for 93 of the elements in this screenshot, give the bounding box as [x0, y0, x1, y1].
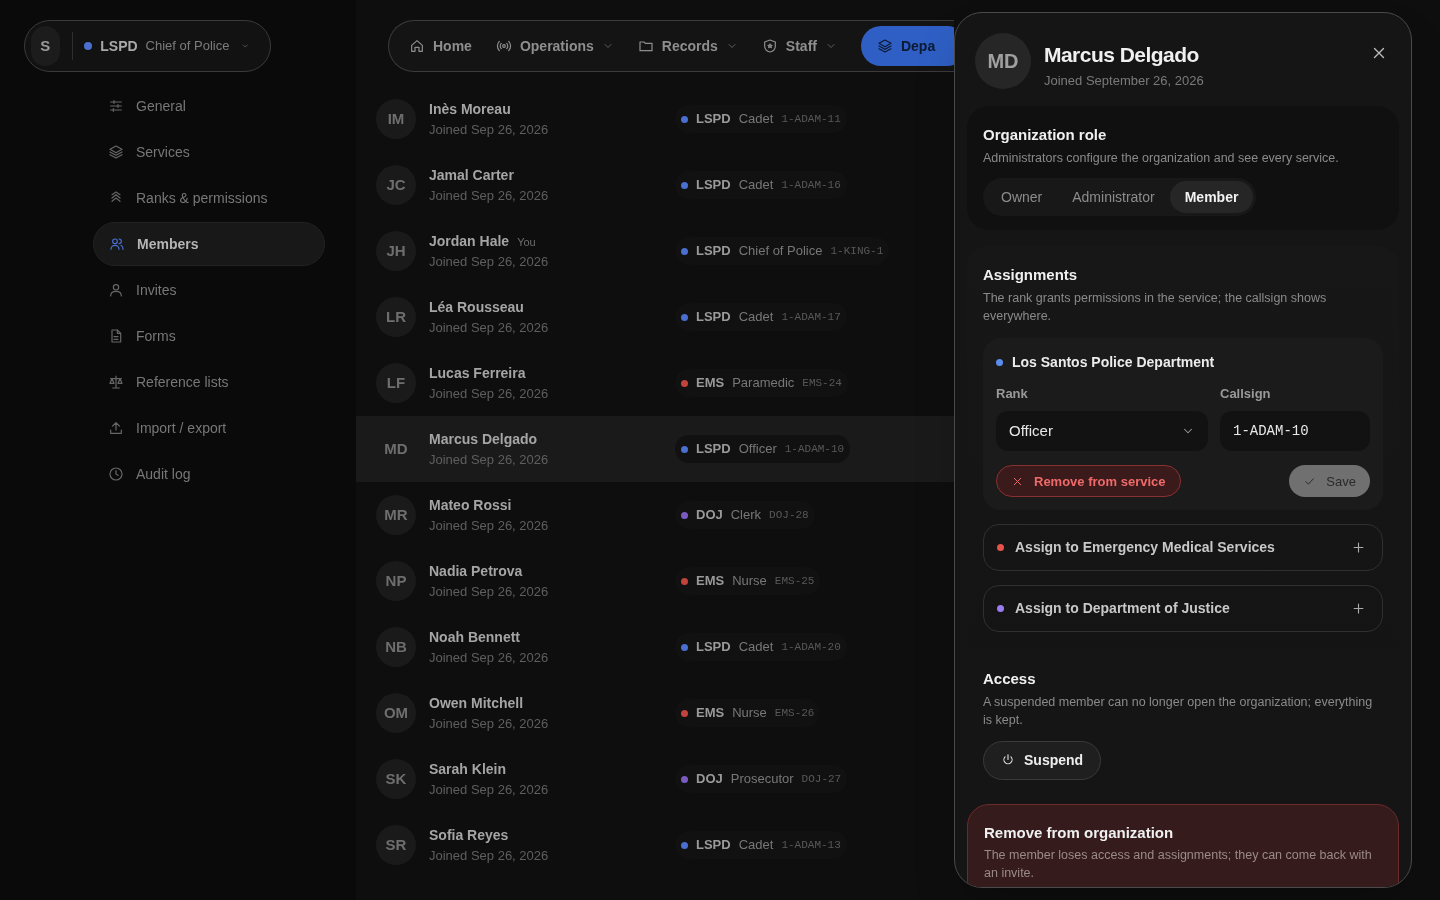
section-title: Organization role — [983, 125, 1108, 145]
member-name: Lucas Ferreira — [429, 363, 526, 383]
service-name: Los Santos Police Department — [1012, 352, 1215, 372]
member-avatar: SK — [376, 759, 416, 799]
folder-icon — [637, 38, 654, 54]
upload-icon — [108, 420, 124, 436]
plus-icon — [1351, 601, 1366, 617]
assign-service-button[interactable]: Assign to Department of Justice — [983, 585, 1383, 633]
member-name: Marcus Delgado — [429, 429, 538, 449]
user-icon — [108, 282, 124, 298]
section-description: The rank grants permissions in the service; the callsign shows everywhere. — [983, 289, 1328, 325]
callsign-field[interactable]: 1-ADAM-10 — [1220, 411, 1370, 452]
role-option[interactable]: Member — [1169, 181, 1254, 214]
shield-icon — [761, 38, 778, 54]
nav-tab[interactable]: Records — [637, 26, 738, 66]
nav-tab[interactable]: Operations — [495, 26, 614, 66]
nav-tab[interactable]: Staff — [761, 26, 837, 66]
remove-service-button[interactable]: Remove from service — [996, 465, 1181, 498]
member-name: Sofia Reyes — [429, 825, 509, 845]
member-joined: Joined Sep 26, 2026 — [429, 120, 550, 139]
sidebar-item[interactable]: Ranks & permissions — [93, 176, 325, 220]
sidebar-item[interactable]: Invites — [93, 268, 325, 312]
section-description: The member loses access and assignments; they can come back with an invite. — [984, 847, 1373, 883]
suspend-button[interactable]: Suspend — [983, 740, 1102, 780]
member-avatar: NP — [376, 561, 416, 601]
member-avatar: LR — [376, 297, 416, 337]
member-joined: Joined Sep 26, 2026 — [429, 780, 550, 799]
sidebar-item[interactable]: Services — [93, 130, 325, 174]
member-avatar: SR — [376, 825, 416, 865]
sidebar-item[interactable]: General — [93, 84, 325, 128]
member-joined: Joined Sep 26, 2026 — [429, 846, 550, 865]
member-joined: Joined Sep 26, 2026 — [429, 714, 550, 733]
member-avatar: MR — [376, 495, 416, 535]
member-avatar: LF — [376, 363, 416, 403]
member-name: Nadia Petrova — [429, 561, 523, 581]
member-name: Noah Bennett — [429, 627, 520, 647]
layers-icon — [108, 144, 124, 160]
member-avatar: JH — [376, 231, 416, 271]
plus-icon — [1351, 540, 1366, 556]
you-tag: You — [517, 233, 536, 251]
member-joined: Joined Sep 26, 2026 — [429, 186, 550, 205]
section-title: Access — [983, 669, 1037, 690]
member-name: Sarah Klein — [429, 759, 507, 779]
member-name: Owen Mitchell — [429, 693, 524, 713]
member-avatar: OM — [376, 693, 416, 733]
clock-icon — [108, 466, 124, 482]
section-description: Administrators configure the organization and see every service. — [983, 149, 1340, 167]
sidebar-item[interactable]: Import / export — [93, 406, 325, 450]
field-label: Callsign — [1220, 384, 1272, 403]
section-title: Remove from organization — [984, 822, 1175, 843]
org-avatar: S — [31, 26, 60, 66]
sliders-icon — [108, 98, 124, 114]
member-row[interactable]: MD Marcus Delgado Joined Sep 26, 2026 LSPD Officer 1-ADAM-10 — [356, 416, 954, 482]
member-joined: Joined Sep 26, 2026 — [429, 318, 550, 337]
member-joined: Joined Sep 26, 2026 — [429, 648, 550, 667]
service-badge: LSPD Officer 1-ADAM-10 — [675, 435, 851, 463]
sidebar-item[interactable]: Members — [93, 222, 325, 266]
member-joined: Joined Sep 26, 2026 — [429, 252, 550, 271]
section-title: Assignments — [983, 265, 1079, 286]
member-name: Jamal Carter — [429, 165, 514, 185]
role-option[interactable]: Owner — [986, 181, 1058, 214]
scale-icon — [108, 374, 124, 390]
member-name: Léa Rousseau — [429, 297, 524, 317]
sidebar-item[interactable]: Audit log — [93, 452, 325, 496]
nav-tab[interactable]: Home — [409, 26, 472, 66]
drawer-subtitle: Joined September 26, 2026 — [1044, 71, 1204, 90]
org-code: LSPD — [100, 36, 138, 56]
org-switcher[interactable]: S LSPD Chief of Police — [24, 20, 271, 72]
org-role: Chief of Police — [145, 37, 230, 56]
section-description: A suspended member can no longer open the organization; everything is kept. — [983, 693, 1374, 729]
drawer-title: Marcus Delgado — [1044, 42, 1200, 68]
member-avatar: NB — [376, 627, 416, 667]
sidebar-item[interactable]: Reference lists — [93, 360, 325, 404]
member-avatar: MD — [975, 33, 1031, 89]
sidebar-item[interactable]: Forms — [93, 314, 325, 358]
member-name: Mateo Rossi — [429, 495, 512, 515]
field-label: Rank — [996, 384, 1029, 403]
member-name: Inès Moreau — [429, 99, 511, 119]
member-joined: Joined Sep 26, 2026 — [429, 582, 550, 601]
member-name: Jordan Hale — [429, 231, 510, 251]
layers-icon — [876, 38, 893, 54]
member-joined: Joined Sep 26, 2026 — [429, 384, 550, 403]
assign-service-button[interactable]: Assign to Emergency Medical Services — [983, 524, 1383, 572]
role-option[interactable]: Administrator — [1057, 181, 1170, 214]
home-icon — [409, 38, 425, 54]
document-icon — [108, 328, 124, 344]
users-icon — [109, 236, 125, 252]
member-avatar: JC — [376, 165, 416, 205]
member-joined: Joined Sep 26, 2026 — [429, 516, 550, 535]
member-joined: Joined Sep 26, 2026 — [429, 450, 550, 469]
rank-select[interactable]: Officer — [996, 411, 1208, 452]
broadcast-icon — [495, 38, 512, 54]
member-avatar: IM — [376, 99, 416, 139]
